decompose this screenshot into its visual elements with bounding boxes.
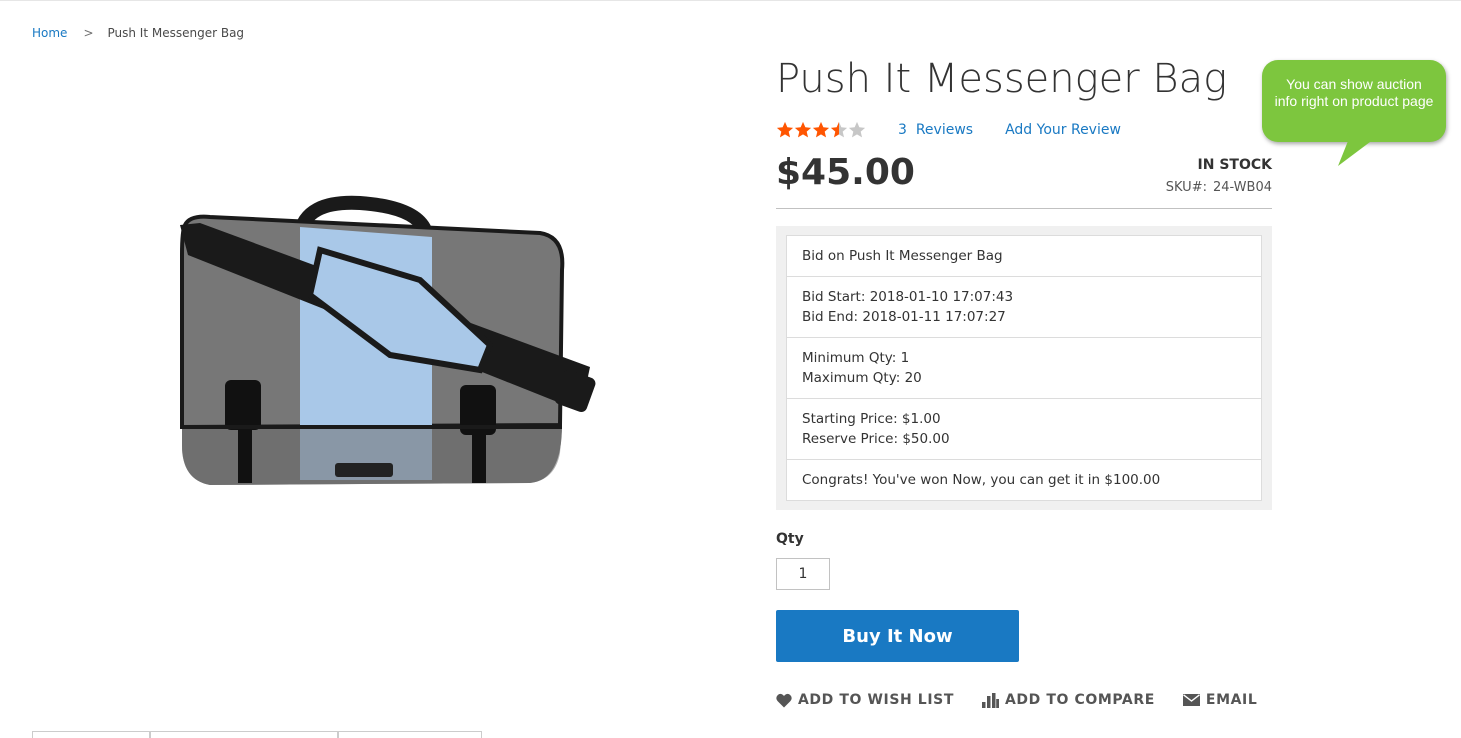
star-empty-icon xyxy=(848,121,866,138)
auction-message: Congrats! You've won Now, you can get it… xyxy=(802,472,1161,488)
breadcrumb-home-link[interactable]: Home xyxy=(32,26,67,40)
product-sku: SKU#: 24-WB04 xyxy=(1166,180,1272,195)
email-link[interactable]: Email xyxy=(1182,692,1258,708)
product-title: Push It Messenger Bag xyxy=(776,56,1228,102)
star-full-icon xyxy=(776,121,794,138)
auction-heading: Bid on Push It Messenger Bag xyxy=(802,248,1003,264)
qty-input[interactable] xyxy=(776,558,830,590)
star-full-icon xyxy=(794,121,812,138)
auction-qty-row: Minimum Qty: 1 Maximum Qty: 20 xyxy=(787,337,1261,398)
product-actions: Add to Wish List Add to Compare Email xyxy=(776,692,1285,708)
minimum-qty: Minimum Qty: 1 xyxy=(802,350,910,366)
add-to-compare-label: Add to Compare xyxy=(1004,692,1155,708)
annotation-callout-text: You can show auction info right on produ… xyxy=(1274,76,1434,109)
breadcrumb-current: Push It Messenger Bag xyxy=(107,26,245,40)
breadcrumb-separator-icon: > xyxy=(83,26,94,40)
price-divider xyxy=(776,208,1272,209)
header-divider xyxy=(0,0,1461,1)
messenger-bag-image xyxy=(180,195,596,485)
star-full-icon xyxy=(812,121,830,138)
auction-price-row: Starting Price: $1.00 Reserve Price: $50… xyxy=(787,398,1261,459)
product-page: Home > Push It Messenger Bag Push It Mes… xyxy=(0,0,1461,738)
tab-reviews[interactable] xyxy=(338,731,482,738)
email-label: Email xyxy=(1205,692,1258,708)
rating-stars xyxy=(776,121,866,139)
add-to-compare-link[interactable]: Add to Compare xyxy=(981,692,1155,708)
starting-price: Starting Price: $1.00 xyxy=(802,411,941,427)
qty-label: Qty xyxy=(776,531,804,547)
reviews-label: Reviews xyxy=(915,122,974,138)
reserve-price: Reserve Price: $50.00 xyxy=(802,431,950,447)
compare-bars-icon xyxy=(981,692,999,708)
heart-icon xyxy=(776,693,792,707)
product-image[interactable] xyxy=(170,195,600,495)
buy-it-now-button[interactable]: Buy It Now xyxy=(776,610,1019,662)
sku-value: 24-WB04 xyxy=(1212,180,1272,195)
star-half-icon xyxy=(830,121,848,138)
auction-info-box: Bid on Push It Messenger Bag Bid Start: … xyxy=(786,235,1262,501)
auction-message-row: Congrats! You've won Now, you can get it… xyxy=(787,459,1261,500)
sku-label: SKU#: xyxy=(1165,180,1207,195)
add-to-wishlist-label: Add to Wish List xyxy=(798,692,954,708)
product-info-tabs xyxy=(32,731,482,738)
reviews-count: 3 xyxy=(898,122,907,138)
tab-more-information[interactable] xyxy=(150,731,338,738)
add-to-wishlist-link[interactable]: Add to Wish List xyxy=(776,692,954,708)
stock-status: IN STOCK xyxy=(1197,157,1272,173)
bid-start: Bid Start: 2018-01-10 17:07:43 xyxy=(802,289,1014,305)
callout-pointer-icon xyxy=(1338,136,1378,166)
bid-end: Bid End: 2018-01-11 17:07:27 xyxy=(802,309,1006,325)
add-review-link[interactable]: Add Your Review xyxy=(1005,122,1121,138)
tab-details[interactable] xyxy=(32,731,150,738)
envelope-icon xyxy=(1182,694,1200,706)
auction-dates-row: Bid Start: 2018-01-10 17:07:43 Bid End: … xyxy=(787,276,1261,337)
maximum-qty: Maximum Qty: 20 xyxy=(802,370,922,386)
breadcrumb: Home > Push It Messenger Bag xyxy=(32,26,244,40)
product-rating: 3 Reviews Add Your Review xyxy=(776,120,1121,140)
product-price: $45.00 xyxy=(776,152,915,193)
annotation-callout: You can show auction info right on produ… xyxy=(1262,60,1446,142)
auction-heading-row: Bid on Push It Messenger Bag xyxy=(787,236,1261,276)
reviews-link[interactable]: 3 Reviews xyxy=(898,122,973,138)
auction-info-panel: Bid on Push It Messenger Bag Bid Start: … xyxy=(776,226,1272,510)
